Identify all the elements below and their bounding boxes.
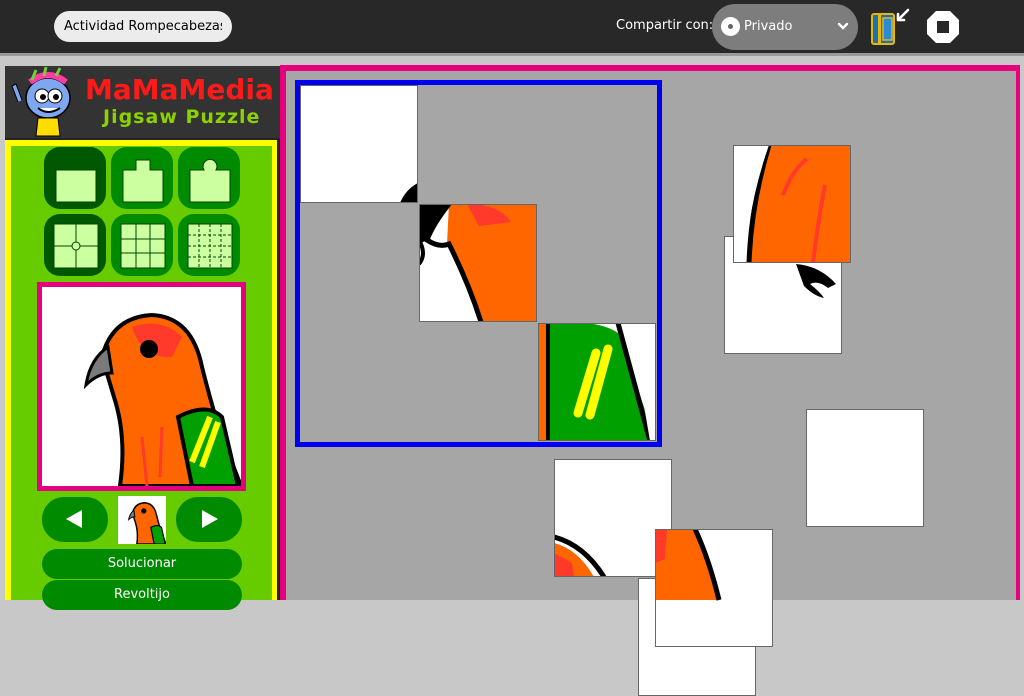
pieces-16-button[interactable] xyxy=(178,214,240,276)
pieces-9-button[interactable] xyxy=(111,214,173,276)
puzzle-piece[interactable] xyxy=(300,85,418,203)
jigsaw-16-icon xyxy=(187,223,233,269)
solve-button[interactable]: Solucionar xyxy=(42,549,242,579)
cut-square-tab-button[interactable] xyxy=(111,147,173,209)
jigsaw-9-icon xyxy=(120,223,166,269)
stop-icon[interactable] xyxy=(926,10,960,44)
chevron-down-icon xyxy=(837,22,849,30)
square-piece-icon xyxy=(55,169,97,203)
arrow-right-icon xyxy=(202,510,218,528)
pieces-4-button[interactable] xyxy=(44,214,106,276)
arrow-left-icon xyxy=(66,510,82,528)
activity-title-input[interactable] xyxy=(54,11,232,42)
puzzle-piece[interactable] xyxy=(733,145,851,263)
brand-title: MaMaMedia xyxy=(85,73,274,106)
previous-image-button[interactable] xyxy=(42,497,108,542)
mascot-logo xyxy=(11,66,71,137)
journal-icon[interactable] xyxy=(868,6,912,48)
cut-straight-button[interactable] xyxy=(44,147,106,209)
round-tab-piece-icon xyxy=(189,158,231,203)
puzzle-piece[interactable] xyxy=(538,323,656,441)
brand-subtitle: Jigsaw Puzzle xyxy=(103,106,261,128)
puzzle-piece[interactable] xyxy=(419,204,537,322)
share-value: Privado xyxy=(744,19,793,34)
image-thumbnail[interactable] xyxy=(118,496,166,544)
jigsaw-4-icon xyxy=(53,223,99,269)
puzzle-piece[interactable] xyxy=(655,529,773,647)
square-tab-piece-icon xyxy=(122,159,164,203)
puzzle-piece[interactable] xyxy=(806,409,924,527)
cut-round-tab-button[interactable] xyxy=(178,147,240,209)
shuffle-button[interactable]: Revoltijo xyxy=(42,580,242,610)
next-image-button[interactable] xyxy=(176,497,242,542)
radio-icon xyxy=(721,17,740,36)
share-label: Compartir con: xyxy=(616,18,714,33)
puzzle-preview-image xyxy=(42,287,241,486)
toolbar-separator xyxy=(0,53,1024,56)
share-dropdown[interactable]: Privado xyxy=(712,4,858,50)
